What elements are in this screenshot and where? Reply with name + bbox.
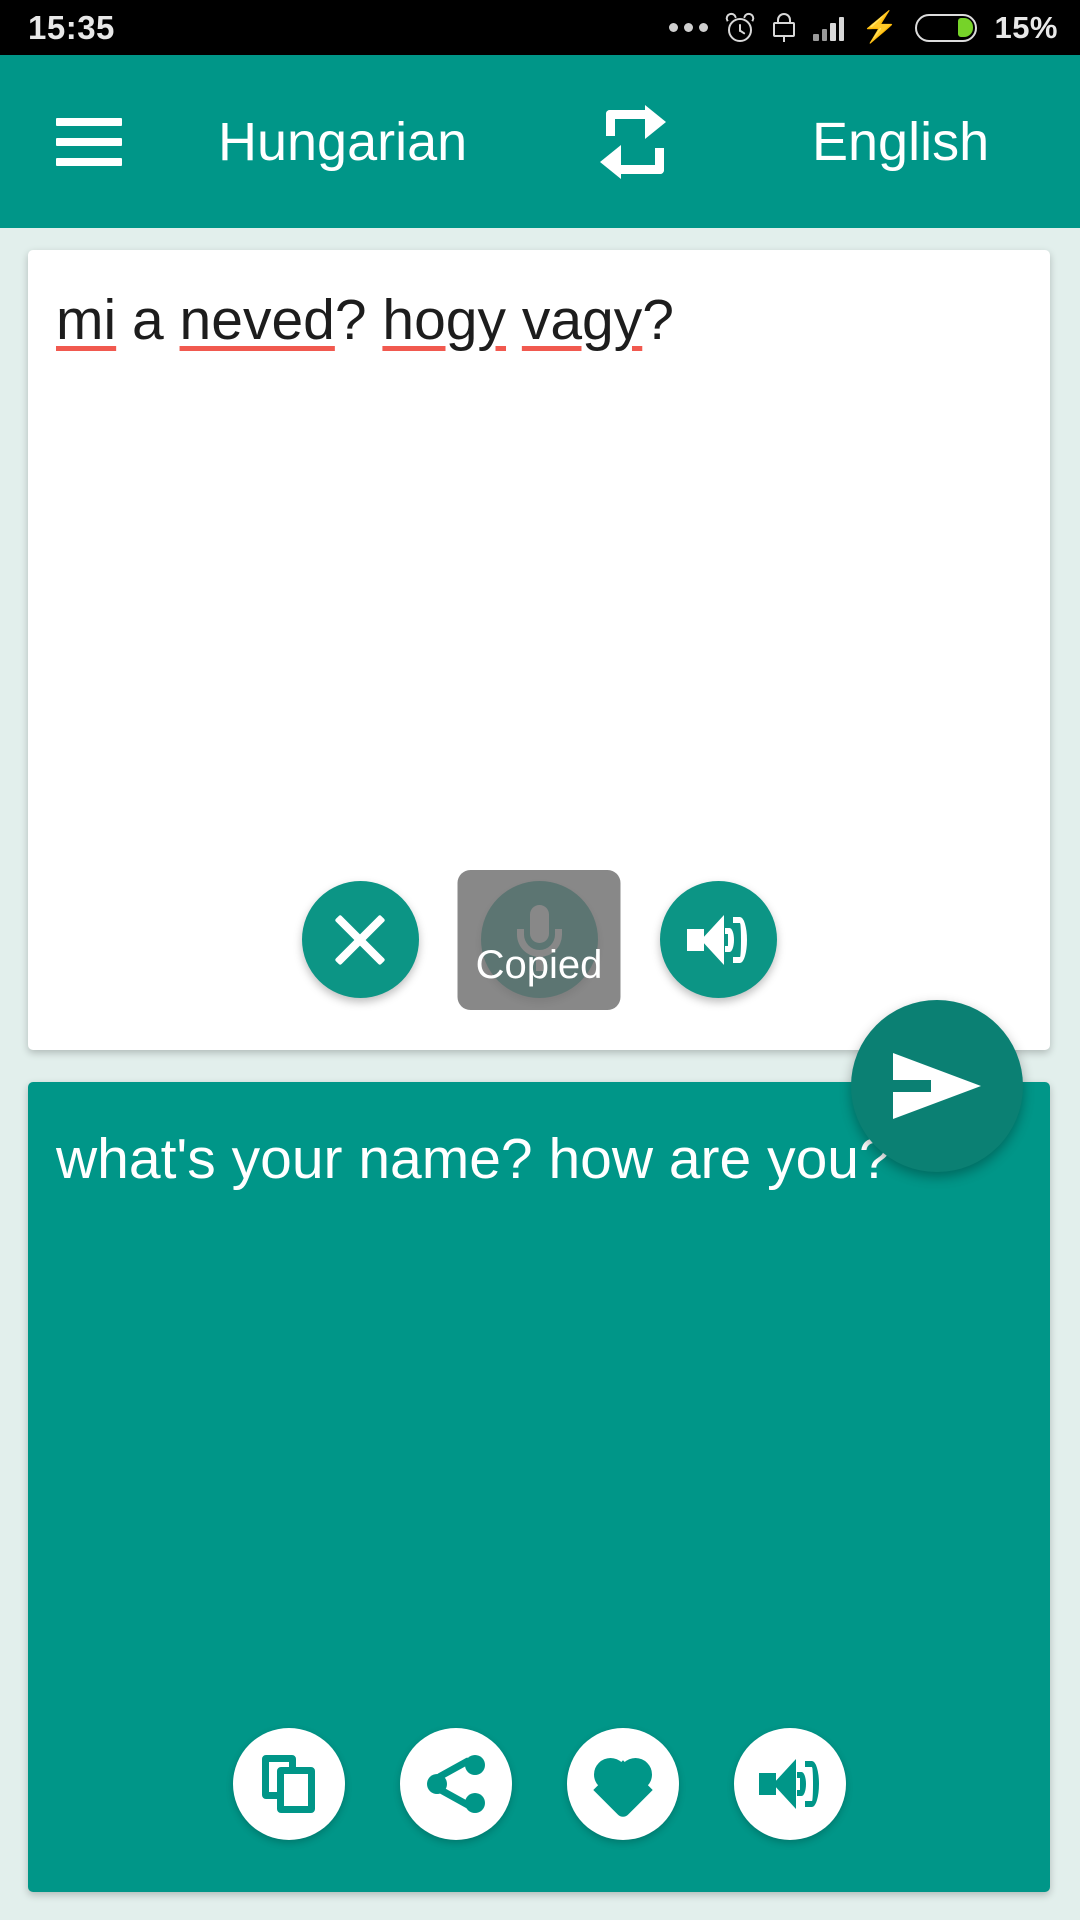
share-icon <box>426 1755 485 1813</box>
status-icons: ⚡ 15% <box>669 10 1058 46</box>
clear-button[interactable] <box>301 881 419 998</box>
status-bar: 15:35 ⚡ 15% <box>0 0 1080 55</box>
source-actions-row: Copied <box>28 869 1050 1010</box>
battery-icon <box>915 13 978 42</box>
translate-send-button[interactable] <box>851 1000 1023 1172</box>
listen-source-button[interactable] <box>659 881 777 998</box>
app-bar: Hungarian English <box>0 55 1080 228</box>
swap-languages-icon[interactable] <box>598 104 674 179</box>
copied-toast-label: Copied <box>475 943 603 987</box>
source-text-card: mi a neved? hogy vagy? Copied <box>28 250 1050 1050</box>
signal-icon <box>813 15 845 41</box>
listen-result-button[interactable] <box>733 1728 846 1840</box>
more-dots-icon <box>669 23 709 32</box>
lock-icon <box>772 12 796 43</box>
status-clock: 15:35 <box>28 8 115 46</box>
alarm-icon <box>724 10 757 43</box>
copied-toast: Copied <box>457 869 621 1010</box>
source-text-input[interactable]: mi a neved? hogy vagy? <box>56 285 1026 356</box>
heart-icon <box>592 1758 653 1820</box>
speaker-icon <box>758 1757 821 1811</box>
send-icon <box>893 1053 981 1119</box>
result-actions-row <box>28 1728 1050 1840</box>
copy-button[interactable] <box>232 1728 345 1840</box>
close-icon <box>332 912 388 968</box>
source-language-selector[interactable]: Hungarian <box>218 111 467 173</box>
copy-icon <box>261 1755 316 1813</box>
translation-result-card: what's your name? how are you? <box>28 1082 1050 1892</box>
battery-percent: 15% <box>994 9 1058 45</box>
speaker-icon <box>687 913 749 967</box>
favorite-button[interactable] <box>566 1728 679 1840</box>
microphone-button[interactable]: Copied <box>457 869 621 1010</box>
hamburger-menu-icon[interactable] <box>56 117 122 166</box>
share-button[interactable] <box>399 1728 512 1840</box>
target-language-selector[interactable]: English <box>812 111 989 173</box>
charging-bolt-icon: ⚡ <box>861 10 899 44</box>
